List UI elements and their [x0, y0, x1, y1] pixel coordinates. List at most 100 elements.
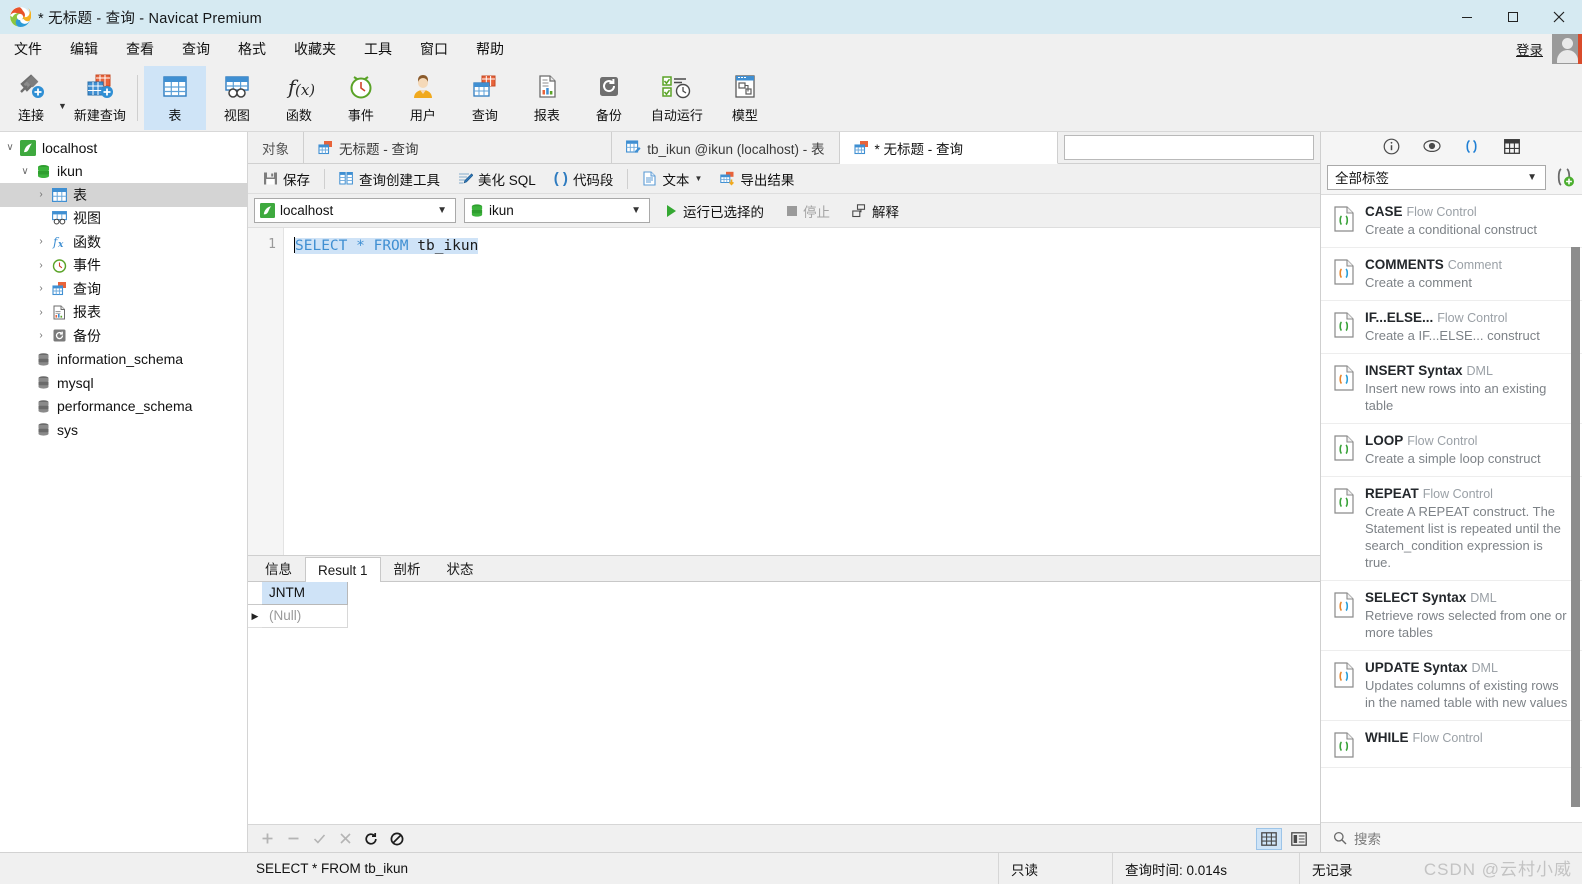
tab-bar-blank-field[interactable]	[1064, 134, 1314, 160]
menu-item-window[interactable]: 窗口	[406, 34, 462, 64]
snippet-search-row[interactable]: 搜索	[1321, 822, 1582, 852]
menu-item-help[interactable]: 帮助	[462, 34, 518, 64]
chevron-down-icon[interactable]: ▼	[627, 205, 645, 216]
explain-button[interactable]: 解释	[845, 198, 906, 224]
list-item[interactable]: CASE Flow Control Create a conditional co…	[1321, 195, 1582, 248]
eye-icon[interactable]	[1422, 136, 1442, 156]
form-view-toggle[interactable]	[1286, 828, 1312, 850]
list-item[interactable]: LOOP Flow Control Create a simple loop co…	[1321, 424, 1582, 477]
result-tab-info[interactable]: 信息	[252, 556, 305, 581]
list-item[interactable]: REPEAT Flow Control Create A REPEAT const…	[1321, 477, 1582, 581]
menu-item-view[interactable]: 查看	[112, 34, 168, 64]
stop-button[interactable]: 停止	[779, 198, 837, 224]
sql-code-area[interactable]: SELECT * FROM tb_ikun	[284, 228, 1320, 555]
table-row[interactable]: ▶ (Null)	[248, 605, 1320, 628]
sql-editor[interactable]: 1 SELECT * FROM tb_ikun	[248, 228, 1320, 556]
add-record-button[interactable]	[256, 829, 278, 849]
login-link[interactable]: 登录	[1516, 39, 1543, 59]
refresh-button[interactable]	[360, 829, 382, 849]
cell-jntm[interactable]: (Null)	[262, 605, 348, 628]
chevron-right-icon[interactable]	[33, 260, 49, 271]
sidebar-item-performance-schema[interactable]: performance_schema	[0, 395, 247, 419]
list-item[interactable]: COMMENTS Comment Create a comment	[1321, 248, 1582, 301]
cancel-changes-button[interactable]	[334, 829, 356, 849]
close-button[interactable]	[1536, 0, 1582, 34]
maximize-button[interactable]	[1490, 0, 1536, 34]
menu-item-tools[interactable]: 工具	[350, 34, 406, 64]
avatar[interactable]	[1552, 34, 1582, 64]
query-builder-button[interactable]: 查询创建工具	[330, 166, 449, 192]
sidebar-item-queries[interactable]: 查询	[0, 277, 247, 301]
menu-item-file[interactable]: 文件	[0, 34, 56, 64]
sidebar-item-ikun[interactable]: ikun	[0, 160, 247, 184]
sidebar-item-mysql[interactable]: mysql	[0, 371, 247, 395]
grid-icon[interactable]	[1502, 136, 1522, 156]
sidebar-item-functions[interactable]: fx 函数	[0, 230, 247, 254]
menu-item-query[interactable]: 查询	[168, 34, 224, 64]
menu-item-edit[interactable]: 编辑	[56, 34, 112, 64]
snippet-list[interactable]: CASE Flow Control Create a conditional co…	[1321, 194, 1582, 822]
connection-select[interactable]: localhost ▼	[254, 198, 456, 223]
connection-dropdown-caret-icon[interactable]: ▼	[58, 101, 67, 111]
chevron-down-icon[interactable]	[17, 166, 33, 177]
code-snippet-button[interactable]: ( ) 代码段	[545, 166, 623, 192]
info-icon[interactable]	[1382, 136, 1402, 156]
tab-untitled-query-2[interactable]: * 无标题 - 查询	[839, 132, 1058, 164]
column-header-jntm[interactable]: JNTM	[262, 582, 348, 605]
chevron-right-icon[interactable]	[33, 307, 49, 318]
result-tab-status[interactable]: 状态	[434, 556, 487, 581]
sidebar-item-localhost[interactable]: localhost	[0, 136, 247, 160]
save-button[interactable]: 保存	[254, 166, 319, 192]
apply-changes-button[interactable]	[308, 829, 330, 849]
stop-button[interactable]	[386, 829, 408, 849]
sidebar-item-views[interactable]: 视图	[0, 207, 247, 231]
toolbar-new-query-button[interactable]: 新建查询	[69, 66, 131, 130]
chevron-right-icon[interactable]	[33, 236, 49, 247]
result-tab-profile[interactable]: 剖析	[381, 556, 434, 581]
grid-view-toggle[interactable]	[1256, 827, 1282, 850]
sidebar-item-information-schema[interactable]: information_schema	[0, 348, 247, 372]
tab-untitled-query-1[interactable]: 无标题 - 查询	[304, 132, 613, 163]
chevron-down-icon[interactable]: ▼	[433, 205, 451, 216]
menu-item-format[interactable]: 格式	[224, 34, 280, 64]
chevron-down-icon[interactable]	[2, 142, 18, 153]
toolbar-report-button[interactable]: 报表	[516, 66, 578, 130]
text-button[interactable]: 文本 ▼	[633, 166, 711, 192]
delete-record-button[interactable]	[282, 829, 304, 849]
chevron-down-icon[interactable]: ▼	[694, 174, 702, 183]
toolbar-query-button[interactable]: 查询	[454, 66, 516, 130]
snippet-tag-select[interactable]: 全部标签 ▼	[1327, 164, 1546, 190]
sidebar-item-sys[interactable]: sys	[0, 418, 247, 442]
minimize-button[interactable]	[1444, 0, 1490, 34]
result-grid[interactable]: JNTM ▶ (Null)	[248, 582, 1320, 824]
list-item[interactable]: UPDATE Syntax DML Updates columns of exis…	[1321, 651, 1582, 721]
toolbar-connection-button[interactable]: 连接	[0, 66, 62, 130]
add-snippet-button[interactable]	[1552, 166, 1576, 188]
toolbar-backup-button[interactable]: 备份	[578, 66, 640, 130]
sidebar-item-tables[interactable]: 表	[0, 183, 247, 207]
chevron-right-icon[interactable]	[33, 189, 49, 200]
sidebar-item-backups[interactable]: 备份	[0, 324, 247, 348]
list-item[interactable]: WHILE Flow Control	[1321, 721, 1582, 768]
list-item[interactable]: SELECT Syntax DML Retrieve rows selected …	[1321, 581, 1582, 651]
toolbar-event-button[interactable]: 事件	[330, 66, 392, 130]
result-tab-result1[interactable]: Result 1	[305, 557, 381, 582]
database-select[interactable]: ikun ▼	[464, 198, 650, 223]
tab-tb-ikun-table[interactable]: tb_ikun @ikun (localhost) - 表	[612, 132, 840, 163]
list-item[interactable]: INSERT Syntax DML Insert new rows into an…	[1321, 354, 1582, 424]
chevron-down-icon[interactable]: ▼	[1523, 172, 1541, 183]
toolbar-table-button[interactable]: 表	[143, 65, 206, 130]
list-item[interactable]: IF...ELSE... Flow Control Create a IF...E…	[1321, 301, 1582, 354]
tab-objects[interactable]: 对象	[248, 132, 304, 163]
menu-item-favorites[interactable]: 收藏夹	[280, 34, 350, 64]
chevron-right-icon[interactable]	[33, 283, 49, 294]
export-result-button[interactable]: 导出结果	[711, 166, 803, 192]
toolbar-function-button[interactable]: f (x) 函数	[268, 66, 330, 130]
snippet-list-scrollbar[interactable]	[1571, 247, 1580, 807]
toolbar-model-button[interactable]: 模型	[714, 66, 776, 130]
run-selected-button[interactable]: 运行已选择的	[658, 198, 771, 224]
chevron-right-icon[interactable]	[33, 330, 49, 341]
sidebar-item-events[interactable]: 事件	[0, 254, 247, 278]
beautify-sql-button[interactable]: 美化 SQL	[449, 166, 545, 192]
code-snippet-icon[interactable]	[1462, 136, 1482, 156]
